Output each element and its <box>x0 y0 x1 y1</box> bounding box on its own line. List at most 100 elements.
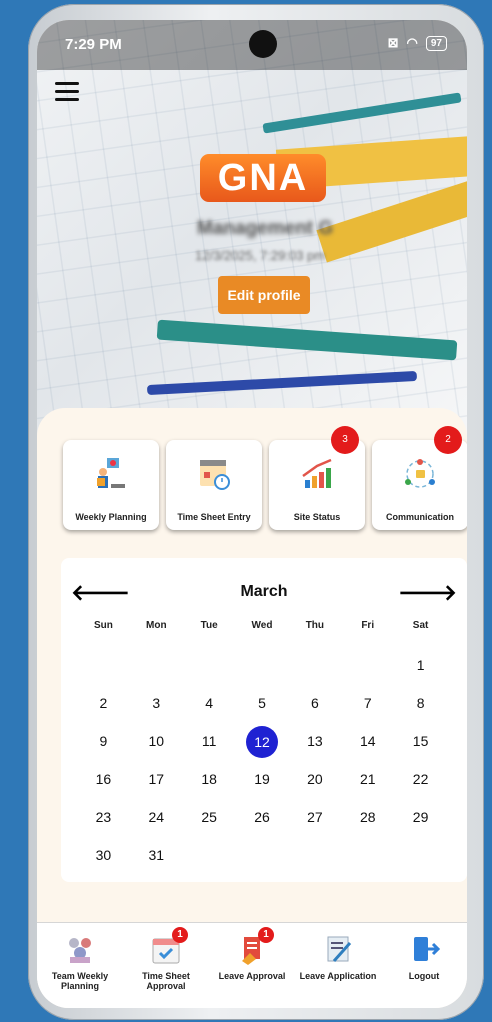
calendar-day[interactable]: 4 <box>183 688 236 718</box>
card-label: Weekly Planning <box>75 512 147 522</box>
calendar-day[interactable]: 13 <box>288 726 341 756</box>
calendar-day[interactable]: 8 <box>394 688 447 718</box>
user-datetime: 12/3/2025, 7:29:03 pm <box>195 248 326 263</box>
communication-icon <box>405 459 435 488</box>
calendar-day[interactable]: 15 <box>394 726 447 756</box>
calendar-day[interactable]: 31 <box>130 840 183 870</box>
calendar-day[interactable]: 14 <box>341 726 394 756</box>
nav-team-weekly-planning[interactable]: Team Weekly Planning <box>37 933 123 991</box>
calendar-day[interactable]: 29 <box>394 802 447 832</box>
site-status-icon <box>302 458 332 488</box>
card-label: Time Sheet Entry <box>177 512 251 522</box>
card-site-status[interactable]: 3 Site Status <box>269 426 365 530</box>
user-name: Management G <box>197 218 334 239</box>
notification-badge: 2 <box>434 426 462 454</box>
nav-time-sheet-approval[interactable]: 1 Time Sheet Approval <box>123 927 209 991</box>
calendar-day[interactable]: 20 <box>288 764 341 794</box>
calendar-empty-cell <box>236 840 289 870</box>
calendar-empty-cell <box>183 840 236 870</box>
calendar-day[interactable]: 25 <box>183 802 236 832</box>
quick-actions: Weekly Planning Time Sheet Entry 3 Site … <box>63 426 467 530</box>
calendar-day[interactable]: 21 <box>341 764 394 794</box>
calendar-week: 9 10 11 12 13 14 15 <box>77 726 447 758</box>
nav-leave-application[interactable]: Leave Application <box>295 933 381 981</box>
edit-profile-button[interactable]: Edit profile <box>218 276 310 314</box>
calendar-day[interactable]: 6 <box>288 688 341 718</box>
calendar-day[interactable]: 18 <box>183 764 236 794</box>
weekday-label: Fri <box>361 620 375 631</box>
calendar-day[interactable]: 9 <box>77 726 130 756</box>
calendar-day[interactable]: 3 <box>130 688 183 718</box>
nav-label: Leave Approval <box>218 971 286 981</box>
calendar-day[interactable]: 23 <box>77 802 130 832</box>
time-sheet-icon <box>200 460 230 490</box>
calendar-day[interactable]: 22 <box>394 764 447 794</box>
card-time-sheet-entry[interactable]: Time Sheet Entry <box>166 440 262 530</box>
calendar-empty-cell <box>341 840 394 870</box>
close-notification-icon: ⊠ <box>387 35 399 50</box>
calendar-empty-cell <box>288 650 341 680</box>
status-time: 7:29 PM <box>65 36 122 53</box>
calendar-day[interactable]: 2 <box>77 688 130 718</box>
battery-icon: 97 <box>425 35 447 51</box>
calendar-day[interactable]: 17 <box>130 764 183 794</box>
weekday-label: Thu <box>305 620 325 631</box>
calendar-day[interactable]: 28 <box>341 802 394 832</box>
weekly-planning-icon <box>97 458 125 488</box>
card-label: Communication <box>385 512 454 522</box>
calendar-day[interactable]: 16 <box>77 764 130 794</box>
calendar-day[interactable]: 7 <box>341 688 394 718</box>
hero-banner: 7:29 PM ⊠ ◠ 97 GNA Management G 12/3/202… <box>37 20 467 440</box>
logout-icon <box>408 933 441 965</box>
nav-label: Time Sheet Approval <box>142 971 190 991</box>
calendar-day[interactable]: 19 <box>236 764 289 794</box>
calendar-week: 23 24 25 26 27 28 29 <box>77 802 447 832</box>
bottom-navigation: Team Weekly Planning 1 Time Sheet Approv… <box>37 922 467 1008</box>
menu-icon[interactable] <box>55 82 79 102</box>
camera-notch <box>249 30 277 58</box>
calendar-day[interactable]: 26 <box>236 802 289 832</box>
leave-approval-icon: 1 <box>236 927 274 965</box>
wifi-icon: ◠ <box>406 35 418 50</box>
arrow-right-icon[interactable]: 🡒 <box>398 580 457 606</box>
calendar-day[interactable]: 30 <box>77 840 130 870</box>
card-communication[interactable]: 2 Communication <box>372 426 467 530</box>
nav-logout[interactable]: Logout <box>381 933 467 981</box>
notification-badge: 3 <box>331 426 359 454</box>
calendar-empty-cell <box>77 650 130 680</box>
calendar-day[interactable]: 10 <box>130 726 183 756</box>
weekday-label: Sun <box>93 620 113 631</box>
calendar-day[interactable]: 27 <box>288 802 341 832</box>
calendar-empty-cell <box>394 840 447 870</box>
nav-label: Logout <box>408 971 440 981</box>
card-label: Site Status <box>293 512 341 522</box>
timesheet-approval-icon: 1 <box>150 927 188 965</box>
weekday-label: Mon <box>146 620 167 631</box>
calendar-empty-cell <box>236 650 289 680</box>
calendar-day[interactable]: 5 <box>236 688 289 718</box>
status-icons: ⊠ ◠ 97 <box>388 35 447 51</box>
arrow-left-icon[interactable]: 🡐 <box>71 580 130 606</box>
weekday-label: Tue <box>200 620 218 631</box>
calendar-day-selected[interactable]: 12 <box>236 726 289 758</box>
nav-leave-approval[interactable]: 1 Leave Approval <box>209 927 295 981</box>
calendar-empty-cell <box>130 650 183 680</box>
nav-label: Team Weekly Planning <box>51 971 109 991</box>
notification-badge: 1 <box>258 927 274 943</box>
calendar-week: 2345678 <box>77 688 447 718</box>
calendar-week: 16 17 18 19 20 21 22 <box>77 764 447 794</box>
status-bar: 7:29 PM ⊠ ◠ 97 <box>37 20 467 70</box>
calendar-day[interactable]: 11 <box>183 726 236 756</box>
calendar-empty-cell <box>288 840 341 870</box>
team-planning-icon <box>64 933 96 965</box>
weekday-label: Wed <box>251 620 273 631</box>
leave-application-icon <box>322 933 354 965</box>
calendar-day[interactable]: 24 <box>130 802 183 832</box>
notification-badge: 1 <box>172 927 188 943</box>
calendar-weekdays: Sun Mon Tue Wed Thu Fri Sat <box>77 620 447 631</box>
calendar-week: 30 31 <box>77 840 447 870</box>
nav-label: Leave Application <box>299 971 377 981</box>
calendar-day[interactable]: 1 <box>394 650 447 680</box>
calendar-empty-cell <box>183 650 236 680</box>
card-weekly-planning[interactable]: Weekly Planning <box>63 440 159 530</box>
